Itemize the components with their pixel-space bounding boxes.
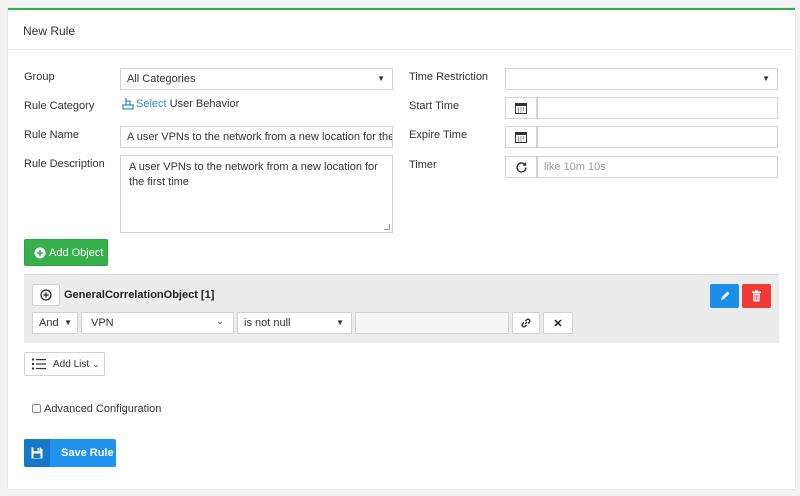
plus-circle-icon [40, 289, 52, 301]
time-restriction-label: Time Restriction [409, 71, 489, 83]
plus-circle-icon [34, 247, 46, 258]
condition-value-input[interactable] [355, 312, 509, 334]
expand-object-button[interactable] [32, 284, 60, 306]
link-icon [521, 318, 531, 328]
rule-category-selector[interactable]: Select User Behavior [121, 97, 239, 111]
edit-object-button[interactable] [710, 284, 739, 308]
start-time-input[interactable] [537, 97, 778, 119]
group-select[interactable]: All Categories ▼ [120, 68, 393, 90]
timer-placeholder: like 10m 10s [544, 161, 606, 173]
new-rule-panel: New Rule Group All Categories ▼ Rule Cat… [8, 8, 795, 489]
expire-time-input[interactable] [537, 126, 778, 148]
panel-title: New Rule [23, 24, 76, 38]
group-label: Group [24, 71, 55, 83]
resize-handle[interactable] [384, 224, 390, 230]
chevron-down-icon: ⌄ [215, 316, 224, 327]
add-list-button[interactable]: Add List ⌄ [24, 352, 105, 376]
advanced-configuration-checkbox[interactable] [32, 404, 41, 413]
calendar-icon [515, 132, 527, 143]
expire-time-label: Expire Time [409, 129, 468, 141]
trash-icon [752, 290, 761, 302]
link-button[interactable] [512, 312, 540, 334]
caret-down-icon: ▼ [336, 318, 344, 327]
rule-name-label: Rule Name [24, 129, 80, 141]
rule-description-text: A user VPNs to the network from a new lo… [129, 161, 378, 188]
object-title: GeneralCorrelationObject [1] [64, 289, 215, 301]
caret-down-icon: ▼ [762, 74, 770, 83]
advanced-configuration-label[interactable]: Advanced Configuration [44, 403, 161, 415]
remove-condition-button[interactable] [543, 312, 573, 334]
hand-pointer-icon [122, 98, 134, 110]
pencil-icon [720, 291, 729, 300]
calendar-icon [515, 103, 527, 114]
rule-category-value: User Behavior [169, 98, 240, 110]
add-object-label: Add Object [49, 246, 104, 259]
condition-operator-value: is not null [244, 317, 291, 329]
close-icon [554, 319, 562, 327]
field-value: VPN [91, 317, 114, 329]
add-list-label: Add List [53, 358, 90, 370]
rule-name-input[interactable]: A user VPNs to the network from a new lo… [120, 126, 393, 148]
add-object-button[interactable]: Add Object [24, 239, 108, 266]
field-select[interactable]: VPN ⌄ [81, 312, 234, 334]
rule-category-label: Rule Category [24, 100, 95, 112]
expire-time-calendar-button[interactable] [505, 126, 537, 148]
caret-down-icon: ▼ [377, 74, 385, 83]
start-time-label: Start Time [409, 100, 460, 112]
save-rule-label: Save Rule [61, 447, 114, 459]
floppy-disk-icon [31, 447, 43, 459]
caret-down-icon: ▼ [64, 318, 72, 327]
rule-description-textarea[interactable]: A user VPNs to the network from a new lo… [120, 155, 393, 233]
timer-input[interactable]: like 10m 10s [537, 156, 778, 178]
list-icon [32, 358, 46, 370]
panel-header: New Rule [8, 10, 795, 50]
rule-description-label: Rule Description [24, 158, 105, 170]
refresh-icon [515, 161, 527, 173]
group-select-value: All Categories [127, 73, 196, 85]
rule-category-select-link[interactable]: Select [136, 98, 167, 110]
condition-operator-select[interactable]: is not null ▼ [237, 312, 352, 334]
chevron-down-icon: ⌄ [92, 358, 100, 369]
save-rule-button[interactable]: Save Rule [24, 439, 116, 467]
start-time-calendar-button[interactable] [505, 97, 537, 119]
logic-operator-select[interactable]: And ▼ [32, 312, 78, 334]
time-restriction-select[interactable]: ▼ [505, 68, 778, 90]
logic-operator-value: And [39, 317, 59, 329]
save-icon-box [24, 439, 50, 467]
delete-object-button[interactable] [742, 284, 771, 308]
timer-label: Timer [409, 159, 437, 171]
timer-refresh-button[interactable] [505, 156, 537, 178]
